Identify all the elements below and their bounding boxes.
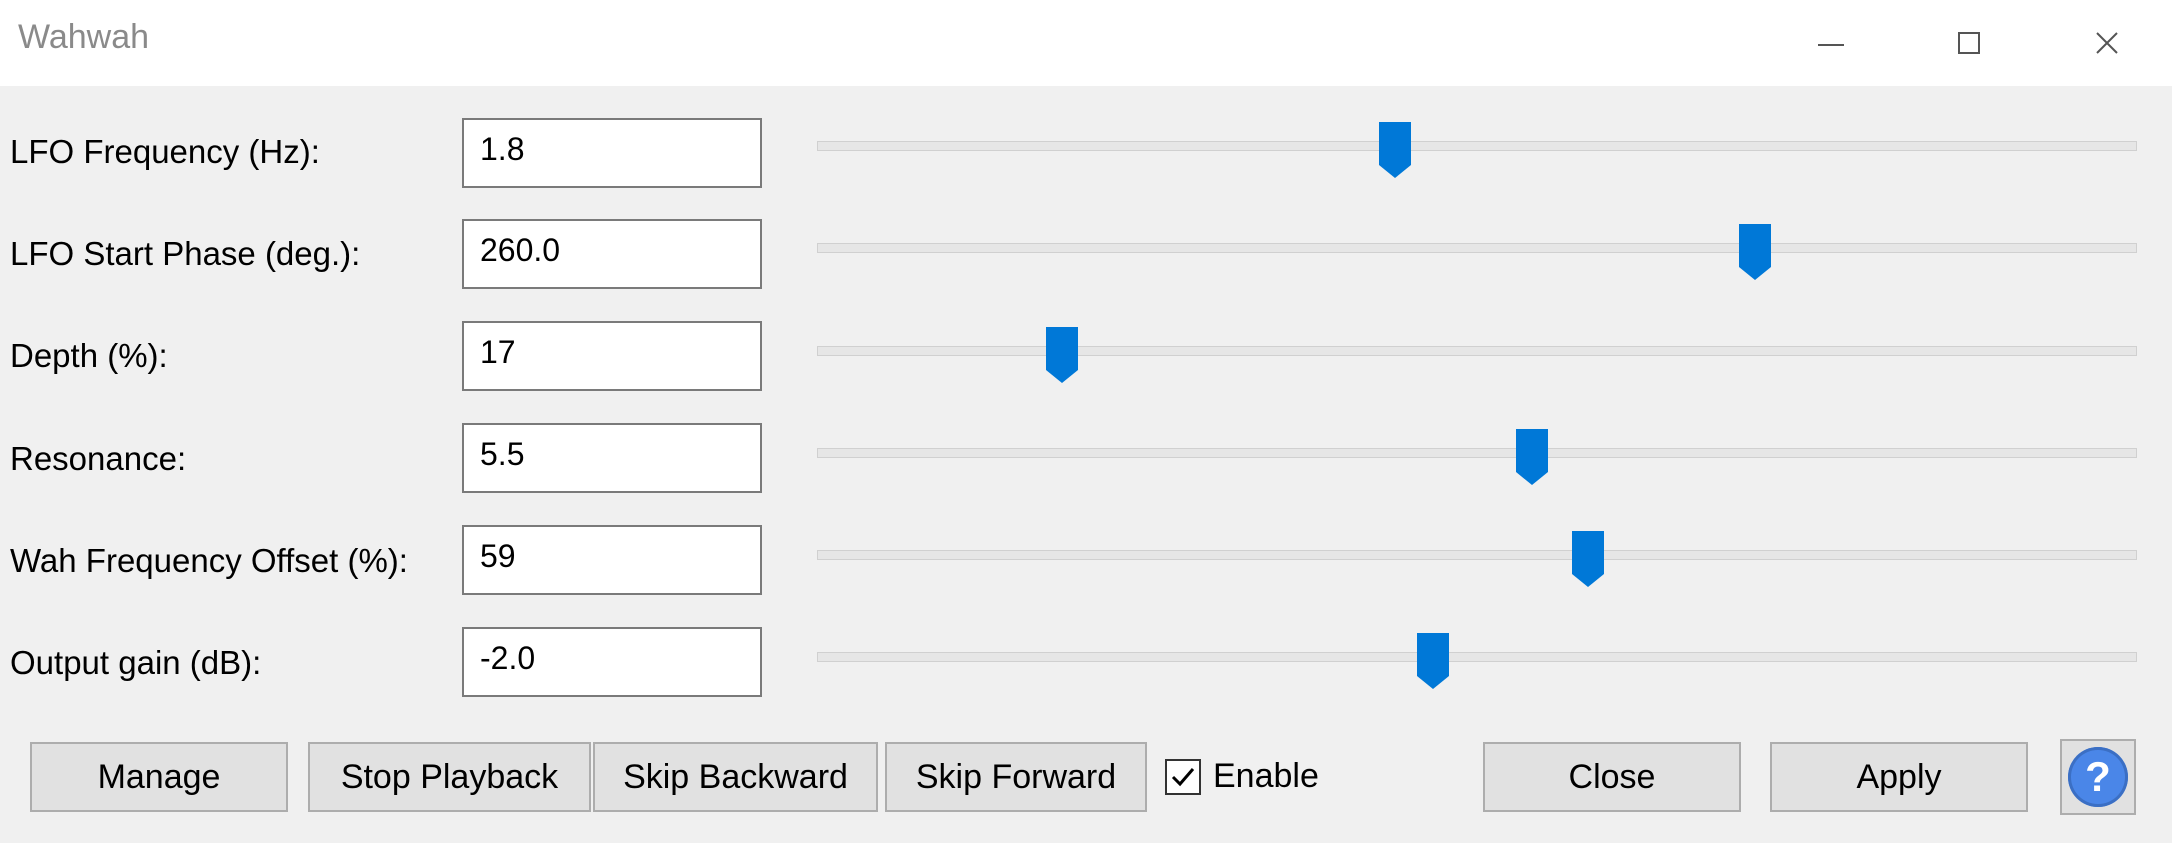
- output-gain-slider-track[interactable]: [817, 652, 2137, 662]
- depth-label: Depth (%):: [10, 337, 168, 374]
- maximize-button[interactable]: [1900, 0, 2038, 86]
- enable-label: Enable: [1213, 757, 1319, 795]
- enable-checkbox-group[interactable]: Enable: [1165, 757, 1319, 796]
- wah-frequency-offset-field[interactable]: 59: [462, 525, 762, 595]
- minimize-button[interactable]: [1762, 0, 1900, 86]
- apply-button[interactable]: Apply: [1770, 742, 2028, 812]
- close-button[interactable]: Close: [1483, 742, 1741, 812]
- help-button[interactable]: ?: [2060, 739, 2136, 815]
- output-gain-slider-thumb[interactable]: [1416, 632, 1450, 690]
- skip-forward-button[interactable]: Skip Forward: [885, 742, 1147, 812]
- window-title: Wahwah: [18, 18, 150, 56]
- skip-backward-button[interactable]: Skip Backward: [593, 742, 878, 812]
- lfo-frequency-field[interactable]: 1.8: [462, 118, 762, 188]
- close-icon: [2096, 32, 2118, 54]
- depth-field[interactable]: 17: [462, 321, 762, 391]
- lfo-start-phase-label: LFO Start Phase (deg.):: [10, 235, 361, 272]
- maximize-icon: [1958, 32, 1980, 54]
- resonance-label: Resonance:: [10, 440, 187, 477]
- resonance-slider-track[interactable]: [817, 448, 2137, 458]
- lfo-frequency-label: LFO Frequency (Hz):: [10, 133, 320, 170]
- wah-frequency-offset-slider-track[interactable]: [817, 550, 2137, 560]
- dialog-body: [0, 86, 2172, 843]
- title-bar: Wahwah: [0, 0, 2178, 86]
- depth-slider-track[interactable]: [817, 346, 2137, 356]
- resonance-field[interactable]: 5.5: [462, 423, 762, 493]
- lfo-start-phase-field[interactable]: 260.0: [462, 219, 762, 289]
- resonance-slider-thumb[interactable]: [1515, 428, 1549, 486]
- checkmark-icon: [1171, 767, 1195, 786]
- enable-checkbox[interactable]: [1165, 758, 1201, 795]
- help-icon: ?: [2068, 747, 2128, 807]
- output-gain-field[interactable]: -2.0: [462, 627, 762, 697]
- manage-button[interactable]: Manage: [30, 742, 288, 812]
- lfo-start-phase-slider-thumb[interactable]: [1738, 223, 1772, 281]
- minimize-icon: [1818, 44, 1844, 46]
- stop-playback-button[interactable]: Stop Playback: [308, 742, 591, 812]
- wah-frequency-offset-slider-thumb[interactable]: [1571, 530, 1605, 588]
- depth-slider-thumb[interactable]: [1045, 326, 1079, 384]
- lfo-frequency-slider-thumb[interactable]: [1378, 121, 1412, 179]
- close-window-button[interactable]: [2038, 0, 2176, 86]
- window-edge: [2172, 86, 2178, 843]
- output-gain-label: Output gain (dB):: [10, 644, 262, 681]
- lfo-start-phase-slider-track[interactable]: [817, 243, 2137, 253]
- wah-frequency-offset-label: Wah Frequency Offset (%):: [10, 542, 408, 579]
- lfo-frequency-slider-track[interactable]: [817, 141, 2137, 151]
